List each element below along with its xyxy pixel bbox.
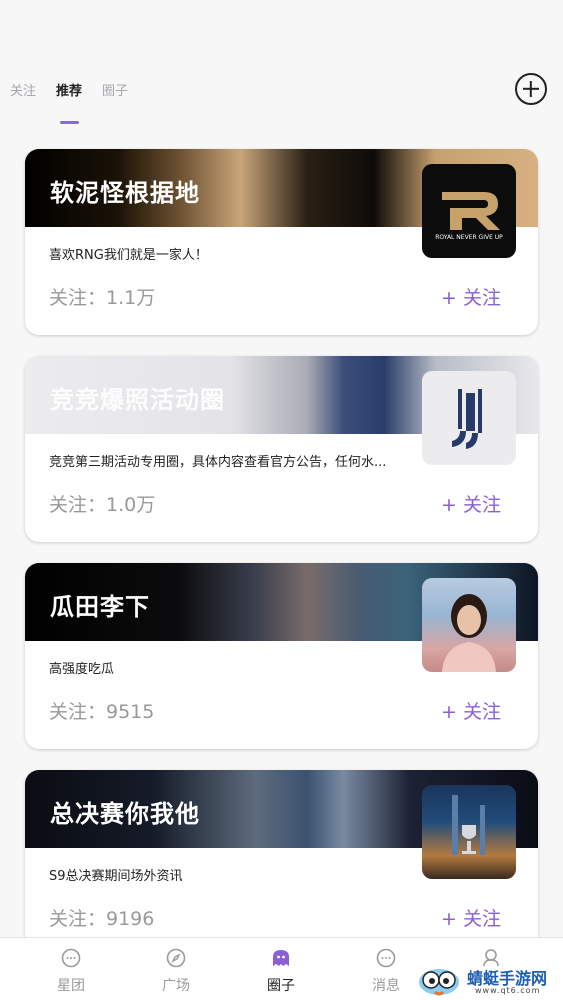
add-circle-button[interactable] (515, 73, 547, 105)
circle-card[interactable]: 竞竞爆照活动圈 竞竞第三期活动专用圈，具体内容查看官方公告，任何水... 关注：… (25, 356, 538, 542)
tab-bar: 关注 推荐 圈子 (10, 80, 148, 99)
juventus-logo-thumbnail (422, 371, 516, 465)
circle-card[interactable]: 总决赛你我他 S9总决赛期间场外资讯 关注：9196 + 关注 (25, 770, 538, 956)
nav-item-square[interactable]: 广场 (136, 938, 216, 1000)
portrait-thumbnail (422, 578, 516, 672)
card-description: 竞竞第三期活动专用圈，具体内容查看官方公告，任何水... (49, 455, 387, 470)
tab-recommended[interactable]: 推荐 (56, 80, 82, 99)
card-description: 高强度吃瓜 (49, 662, 115, 677)
chat-bubble-icon (61, 948, 81, 968)
circle-card[interactable]: 瓜田李下 高强度吃瓜 关注：9515 + 关注 (25, 563, 538, 749)
tab-following[interactable]: 关注 (10, 80, 36, 99)
follower-count: 关注：1.0万 (49, 494, 156, 516)
logo-caption: ROYAL NEVER GIVE UP (435, 234, 503, 241)
dragonfly-logo-icon (419, 969, 459, 996)
active-tab-indicator (60, 121, 79, 124)
watermark-url: www.qt6.com (475, 986, 541, 995)
compass-icon (166, 948, 186, 968)
nav-item-circles[interactable]: 圈子 (241, 938, 321, 1000)
card-title: 软泥怪根据地 (50, 179, 200, 207)
card-title: 竞竞爆照活动圈 (50, 386, 225, 414)
nav-label: 圈子 (267, 978, 295, 994)
nav-label: 星团 (57, 978, 85, 994)
card-title: 总决赛你我他 (50, 800, 200, 828)
message-icon (376, 948, 396, 968)
trophy-poster-thumbnail (422, 785, 516, 879)
rng-logo-thumbnail: ROYAL NEVER GIVE UP (422, 164, 516, 258)
follower-count: 关注：9515 (49, 701, 155, 723)
follow-button[interactable]: + 关注 (441, 697, 501, 724)
follow-button[interactable]: + 关注 (441, 490, 501, 517)
nav-label: 广场 (162, 978, 190, 994)
follower-count: 关注：9196 (49, 908, 155, 930)
card-description: 喜欢RNG我们就是一家人！ (49, 248, 208, 263)
nav-item-star-group[interactable]: 星团 (31, 938, 111, 1000)
watermark: 蜻蜓手游网 www.qt6.com (415, 960, 563, 1000)
nav-item-messages[interactable]: 消息 (346, 938, 426, 1000)
tab-circles[interactable]: 圈子 (102, 80, 128, 99)
card-description: S9总决赛期间场外资讯 (49, 869, 183, 884)
circle-card[interactable]: 软泥怪根据地 ROYAL NEVER GIVE UP 喜欢RNG我们就是一家人！… (25, 149, 538, 335)
nav-label: 消息 (372, 978, 400, 994)
follow-button[interactable]: + 关注 (441, 904, 501, 931)
top-bar: 关注 推荐 圈子 (0, 0, 563, 130)
follower-count: 关注：1.1万 (49, 287, 156, 309)
card-title: 瓜田李下 (50, 593, 150, 621)
ghost-icon (273, 950, 289, 966)
follow-button[interactable]: + 关注 (441, 283, 501, 310)
